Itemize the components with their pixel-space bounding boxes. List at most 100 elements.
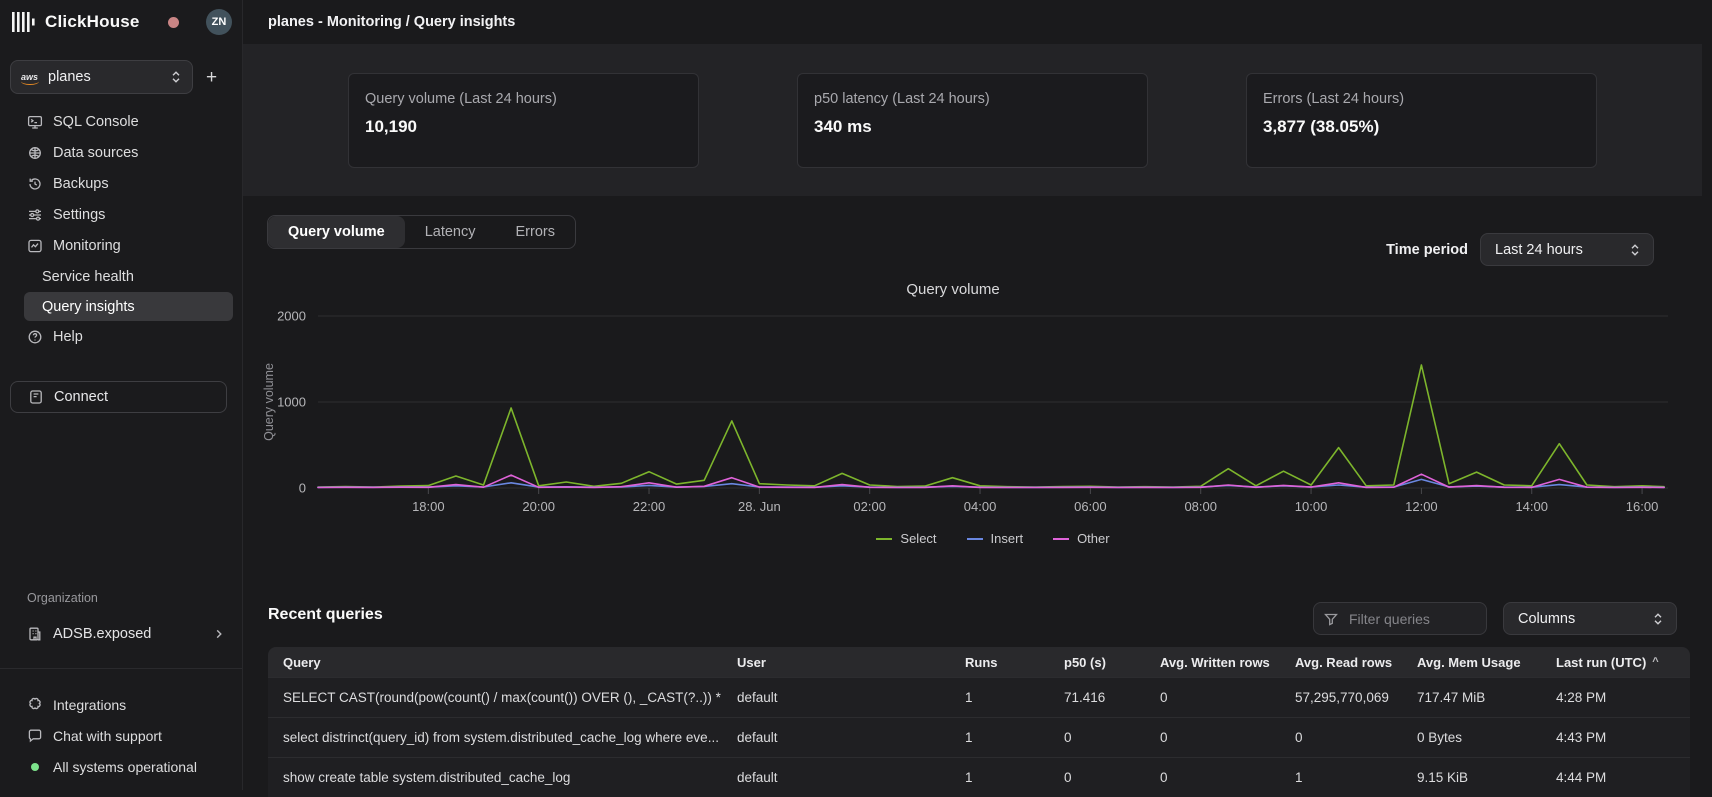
svg-text:16:00: 16:00 bbox=[1626, 499, 1659, 514]
svg-text:02:00: 02:00 bbox=[853, 499, 886, 514]
add-service-button[interactable]: + bbox=[206, 68, 217, 87]
monitoring-icon bbox=[27, 238, 43, 254]
legend-item-select[interactable]: Select bbox=[876, 531, 936, 546]
svg-text:2000: 2000 bbox=[277, 309, 306, 324]
column-header-avg-written-rows[interactable]: Avg. Written rows bbox=[1145, 647, 1280, 677]
sidebar: ClickHouse ZN aws planes + SQL Console Da… bbox=[0, 0, 243, 790]
help-icon bbox=[27, 329, 43, 345]
table-cell: 0 Bytes bbox=[1402, 718, 1541, 757]
stat-card: Errors (Last 24 hours) 3,877 (38.05%) bbox=[1246, 73, 1597, 168]
sidebar-item-query-insights[interactable]: Query insights bbox=[24, 292, 233, 321]
column-header-query[interactable]: Query bbox=[268, 647, 722, 677]
table-header-row: QueryUserRunsp50 (s)Avg. Written rowsAvg… bbox=[268, 647, 1690, 677]
tab-query-volume[interactable]: Query volume bbox=[268, 216, 405, 248]
svg-text:22:00: 22:00 bbox=[633, 499, 666, 514]
sidebar-item-settings[interactable]: Settings bbox=[0, 199, 243, 230]
table-cell: 0 bbox=[1145, 758, 1280, 797]
notification-dot-icon[interactable] bbox=[168, 17, 179, 28]
logo-text[interactable]: ClickHouse bbox=[45, 12, 140, 32]
sidebar-item-label: Service health bbox=[42, 269, 134, 285]
sidebar-item-sql-console[interactable]: SQL Console bbox=[0, 106, 243, 137]
backups-icon bbox=[27, 176, 43, 192]
sidebar-item-service-health[interactable]: Service health bbox=[0, 261, 243, 292]
column-header-last-run-utc-[interactable]: Last run (UTC)^ bbox=[1541, 647, 1690, 677]
service-selector[interactable]: aws planes bbox=[10, 60, 193, 94]
svg-text:06:00: 06:00 bbox=[1074, 499, 1107, 514]
table-cell: 0 bbox=[1145, 678, 1280, 717]
table-cell: 9.15 KiB bbox=[1402, 758, 1541, 797]
svg-text:28. Jun: 28. Jun bbox=[738, 499, 781, 514]
time-period-select[interactable]: Last 24 hours bbox=[1480, 233, 1654, 266]
column-header-avg-read-rows[interactable]: Avg. Read rows bbox=[1280, 647, 1402, 677]
column-header-runs[interactable]: Runs bbox=[950, 647, 1049, 677]
chat-icon bbox=[27, 728, 43, 744]
aws-icon: aws bbox=[21, 72, 38, 82]
tab-latency[interactable]: Latency bbox=[405, 216, 496, 248]
svg-text:10:00: 10:00 bbox=[1295, 499, 1328, 514]
chevron-updown-icon bbox=[1629, 243, 1641, 257]
columns-label: Columns bbox=[1518, 611, 1575, 627]
legend-label: Insert bbox=[991, 531, 1024, 546]
footer-item-all-systems-operational[interactable]: All systems operational bbox=[0, 751, 243, 782]
time-period-control: Time period Last 24 hours bbox=[1386, 233, 1654, 266]
table-cell: default bbox=[722, 678, 950, 717]
sidebar-item-help[interactable]: Help bbox=[0, 321, 243, 352]
table-row[interactable]: show create table system.distributed_cac… bbox=[268, 757, 1690, 797]
chart-tabs: Query volumeLatencyErrors bbox=[267, 215, 576, 249]
connect-button[interactable]: Connect bbox=[10, 381, 227, 413]
column-header-user[interactable]: User bbox=[722, 647, 950, 677]
data-sources-icon bbox=[27, 145, 43, 161]
chart-legend: Select Insert Other bbox=[318, 531, 1668, 546]
footer-item-integrations[interactable]: Integrations bbox=[0, 689, 243, 720]
table-row[interactable]: SELECT CAST(round(pow(count() / max(coun… bbox=[268, 677, 1690, 717]
legend-item-insert[interactable]: Insert bbox=[967, 531, 1024, 546]
sidebar-item-label: Help bbox=[53, 329, 83, 345]
legend-item-other[interactable]: Other bbox=[1053, 531, 1110, 546]
table-row[interactable]: select distrinct(query_id) from system.d… bbox=[268, 717, 1690, 757]
legend-swatch-icon bbox=[967, 538, 983, 540]
svg-text:12:00: 12:00 bbox=[1405, 499, 1438, 514]
service-name: planes bbox=[48, 69, 91, 85]
columns-select[interactable]: Columns bbox=[1503, 602, 1677, 635]
table-cell: 71.416 bbox=[1049, 678, 1145, 717]
connect-label: Connect bbox=[54, 389, 108, 405]
service-row: aws planes + bbox=[10, 60, 234, 94]
svg-text:14:00: 14:00 bbox=[1515, 499, 1548, 514]
table-body: SELECT CAST(round(pow(count() / max(coun… bbox=[268, 677, 1690, 797]
table-cell: show create table system.distributed_cac… bbox=[268, 758, 722, 797]
table-cell: default bbox=[722, 718, 950, 757]
table-cell: 4:28 PM bbox=[1541, 678, 1690, 717]
stat-card: Query volume (Last 24 hours) 10,190 bbox=[348, 73, 699, 168]
main-content: planes - Monitoring / Query insights Que… bbox=[243, 0, 1712, 790]
svg-text:20:00: 20:00 bbox=[522, 499, 555, 514]
filter-queries-input-wrap[interactable] bbox=[1313, 602, 1487, 635]
sidebar-item-label: Monitoring bbox=[53, 238, 121, 254]
logo-row: ClickHouse ZN bbox=[12, 9, 232, 35]
table-cell: 0 bbox=[1049, 718, 1145, 757]
clickhouse-logo-icon[interactable] bbox=[12, 12, 36, 32]
avatar[interactable]: ZN bbox=[206, 9, 232, 35]
sidebar-item-data-sources[interactable]: Data sources bbox=[0, 137, 243, 168]
sidebar-item-label: Query insights bbox=[42, 299, 135, 315]
table-cell: select distrinct(query_id) from system.d… bbox=[268, 718, 722, 757]
filter-queries-input[interactable] bbox=[1347, 610, 1467, 628]
column-header-p50-s-[interactable]: p50 (s) bbox=[1049, 647, 1145, 677]
organization-item[interactable]: ADSB.exposed bbox=[0, 619, 243, 649]
sidebar-nav: SQL Console Data sources BackupsSettings Mo… bbox=[0, 106, 243, 352]
svg-text:18:00: 18:00 bbox=[412, 499, 445, 514]
table-cell: 0 bbox=[1145, 718, 1280, 757]
column-header-avg-mem-usage[interactable]: Avg. Mem Usage bbox=[1402, 647, 1541, 677]
legend-label: Other bbox=[1077, 531, 1110, 546]
organization-label: Organization bbox=[0, 591, 243, 605]
time-period-value: Last 24 hours bbox=[1495, 242, 1583, 258]
table-cell: 717.47 MiB bbox=[1402, 678, 1541, 717]
sidebar-item-label: Data sources bbox=[53, 145, 138, 161]
table-cell: 1 bbox=[1280, 758, 1402, 797]
stat-card: p50 latency (Last 24 hours) 340 ms bbox=[797, 73, 1148, 168]
footer-item-chat-with-support[interactable]: Chat with support bbox=[0, 720, 243, 751]
tab-errors[interactable]: Errors bbox=[496, 216, 575, 248]
sidebar-item-backups[interactable]: Backups bbox=[0, 168, 243, 199]
sidebar-item-monitoring[interactable]: Monitoring bbox=[0, 230, 243, 261]
svg-text:Query volume: Query volume bbox=[262, 363, 276, 441]
breadcrumb: planes - Monitoring / Query insights bbox=[268, 14, 515, 30]
